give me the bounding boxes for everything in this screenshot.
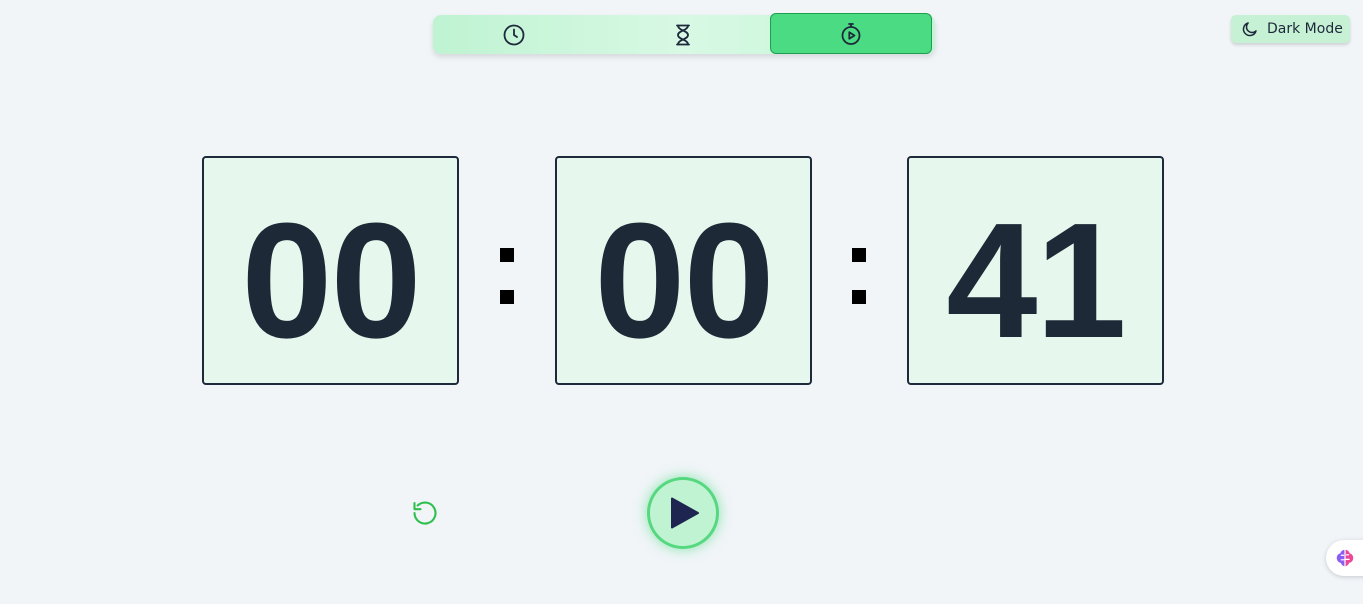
extension-widget[interactable] [1326, 540, 1363, 576]
dark-mode-button[interactable]: Dark Mode [1231, 15, 1350, 43]
minutes-value: 00 [594, 188, 774, 372]
play-icon [671, 497, 699, 529]
stopwatch-icon [841, 22, 861, 45]
moon-icon [1242, 22, 1257, 37]
dark-mode-label: Dark Mode [1267, 21, 1343, 37]
minutes-display: 00 [555, 156, 812, 385]
tab-clock[interactable] [433, 15, 595, 54]
reset-icon [413, 501, 437, 525]
hours-value: 00 [241, 188, 421, 372]
hours-display: 00 [202, 156, 459, 385]
stopwatch-app: Dark Mode 00 00 41 [0, 0, 1363, 604]
play-button[interactable] [650, 480, 716, 546]
mode-switcher [433, 13, 935, 54]
tab-timer[interactable] [601, 15, 765, 54]
tab-stopwatch[interactable] [770, 13, 932, 54]
hourglass-icon [676, 24, 690, 45]
reset-button[interactable] [410, 498, 440, 528]
brain-icon [1336, 549, 1354, 567]
clock-icon [503, 24, 525, 45]
seconds-value: 41 [946, 188, 1126, 372]
seconds-display: 41 [907, 156, 1164, 385]
